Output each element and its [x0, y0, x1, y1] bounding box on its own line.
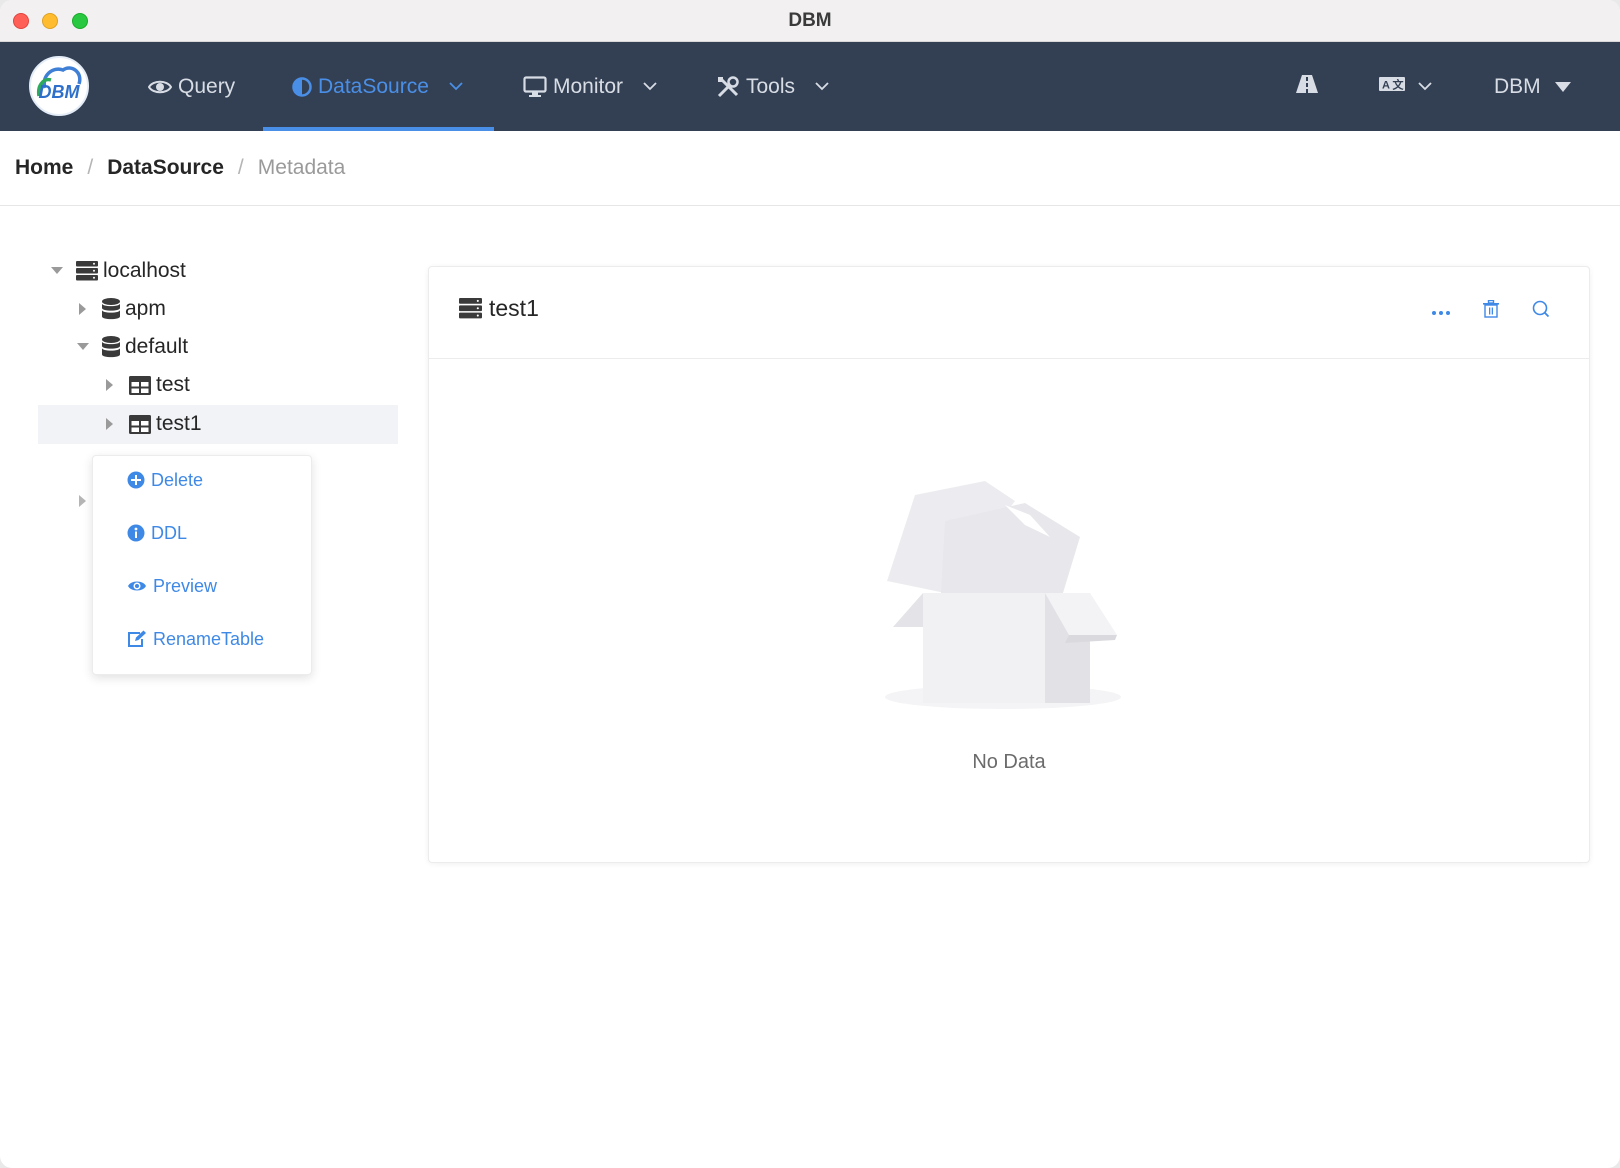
card-header: test1: [429, 267, 1589, 359]
nav-query[interactable]: Query: [148, 42, 235, 131]
nav-query-label: Query: [178, 74, 236, 98]
road-icon-button[interactable]: [1295, 42, 1319, 131]
menu-item-renametable[interactable]: RenameTable: [127, 624, 264, 654]
tree-selected-highlight: [38, 405, 398, 444]
delete-icon: [1483, 299, 1499, 323]
chevron-down-icon: [449, 82, 463, 91]
tree-node-localhost[interactable]: localhost: [50, 252, 186, 290]
user-menu-label: DBM: [1494, 74, 1541, 98]
tree-node-label: apm: [125, 297, 166, 320]
tree-node-apm[interactable]: apm: [76, 290, 166, 328]
table-icon: [129, 375, 151, 395]
header-divider: [0, 205, 1620, 206]
monitor-icon: [523, 75, 547, 98]
menu-item-ddl[interactable]: DDL: [127, 518, 187, 548]
nav-monitor-label: Monitor: [553, 74, 624, 98]
breadcrumb-separator: /: [87, 156, 94, 179]
tree-node-default[interactable]: default: [76, 328, 188, 366]
svg-text:A: A: [1382, 79, 1390, 91]
breadcrumb-separator: /: [237, 156, 244, 179]
database-icon: [102, 298, 120, 320]
more-button[interactable]: [1429, 299, 1453, 323]
language-switcher[interactable]: A文: [1378, 42, 1432, 131]
plus-circle-icon: [127, 471, 145, 489]
nav-datasource[interactable]: DataSource: [292, 42, 463, 131]
tree-node-test1[interactable]: test1: [103, 405, 202, 443]
card-title-text: test1: [489, 295, 539, 321]
caret-down-icon[interactable]: [76, 343, 90, 351]
road-icon: [1295, 74, 1319, 100]
menu-item-delete[interactable]: Delete: [127, 465, 203, 495]
svg-text:DBM: DBM: [39, 82, 81, 102]
menu-item-label: Delete: [151, 469, 204, 490]
tools-icon: [716, 75, 740, 99]
database-icon: [102, 336, 120, 358]
app-window: DBM DBM Query DataSource Monitor Tools A…: [0, 0, 1620, 1168]
svg-text:文: 文: [1393, 77, 1405, 91]
info-circle-icon: [127, 524, 145, 542]
tree-node-label: test1: [156, 412, 202, 435]
translate-icon: A文: [1378, 75, 1406, 99]
window-title: DBM: [788, 10, 832, 31]
table-icon: [129, 414, 151, 434]
nav-tools-label: Tools: [746, 74, 796, 98]
dbm-logo[interactable]: DBM: [29, 56, 89, 116]
caret-down-icon: [1554, 81, 1571, 92]
breadcrumb-datasource[interactable]: DataSource: [107, 156, 224, 180]
tree-node-label: test: [156, 373, 190, 396]
search-button[interactable]: [1529, 299, 1553, 323]
half-circle-icon: [292, 76, 312, 97]
table-context-menu: Delete DDL Preview RenameTable: [92, 455, 312, 675]
edit-icon: [127, 630, 147, 648]
server-icon: [459, 298, 482, 319]
menu-item-preview[interactable]: Preview: [127, 571, 217, 601]
more-icon: [1432, 302, 1450, 320]
menu-item-label: DDL: [151, 522, 188, 543]
delete-button[interactable]: [1479, 299, 1503, 323]
title-bar: DBM: [0, 0, 1620, 42]
user-menu[interactable]: DBM: [1494, 42, 1571, 131]
caret-right-icon[interactable]: [103, 379, 117, 391]
top-navbar: DBM Query DataSource Monitor Tools A 文 D…: [0, 42, 1620, 131]
nav-datasource-label: DataSource: [318, 74, 429, 98]
tree-node-test[interactable]: test: [103, 366, 190, 404]
empty-state-text: No Data: [972, 751, 1046, 773]
nav-monitor[interactable]: Monitor: [523, 42, 657, 131]
chevron-down-icon: [815, 82, 829, 91]
eye-icon: [148, 78, 172, 96]
tree-node-label: localhost: [103, 259, 186, 282]
breadcrumb-home[interactable]: Home: [15, 156, 73, 180]
table-detail-card: test1 No Data: [428, 266, 1590, 863]
tree-node-label: default: [125, 335, 189, 358]
empty-box-illustration: [885, 475, 1121, 720]
card-title: test1: [459, 295, 539, 322]
caret-right-icon[interactable]: [79, 494, 87, 512]
chevron-down-icon: [643, 82, 657, 91]
active-tab-indicator: [263, 127, 494, 131]
server-icon: [76, 261, 98, 281]
chevron-down-icon: [1418, 82, 1432, 91]
nav-tools[interactable]: Tools: [716, 42, 829, 131]
caret-right-icon[interactable]: [103, 418, 117, 430]
caret-down-icon[interactable]: [50, 267, 64, 275]
menu-item-label: Preview: [153, 575, 218, 596]
caret-right-icon[interactable]: [76, 303, 90, 315]
eye-icon: [127, 579, 147, 593]
breadcrumb-current: Metadata: [257, 156, 346, 179]
search-icon: [1532, 300, 1550, 323]
breadcrumb: Home / DataSource / Metadata: [15, 156, 345, 180]
menu-item-label: RenameTable: [153, 628, 265, 649]
